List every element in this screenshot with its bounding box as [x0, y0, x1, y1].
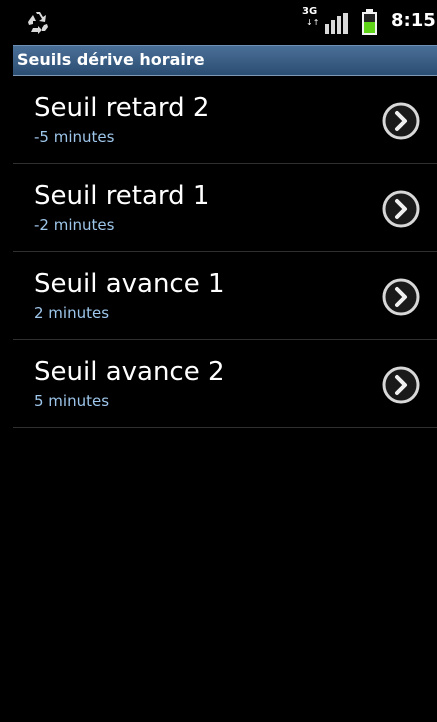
item-title: Seuil avance 2: [34, 357, 225, 387]
chevron-right-icon[interactable]: [382, 102, 420, 140]
recycle-icon: [28, 12, 48, 34]
item-summary: 2 minutes: [34, 304, 110, 322]
left-border: [0, 0, 13, 722]
list-item-seuil-retard-2[interactable]: Seuil retard 2 -5 minutes: [13, 76, 437, 164]
network-activity-icon: ↓↑: [306, 18, 320, 27]
battery-icon: [362, 9, 377, 35]
signal-strength-icon: [325, 13, 348, 34]
item-summary: -5 minutes: [34, 128, 115, 146]
screen: 3G ↓↑ 8:15 Seuils dérive horaire Seuil r…: [0, 0, 437, 722]
title-bar: Seuils dérive horaire: [13, 45, 437, 76]
item-summary: -2 minutes: [34, 216, 115, 234]
item-title: Seuil avance 1: [34, 269, 225, 299]
list-item-seuil-avance-2[interactable]: Seuil avance 2 5 minutes: [13, 340, 437, 428]
chevron-right-icon[interactable]: [382, 366, 420, 404]
item-summary: 5 minutes: [34, 392, 110, 410]
chevron-right-icon[interactable]: [382, 190, 420, 228]
settings-list: Seuil retard 2 -5 minutes Seuil retard 1…: [13, 76, 437, 428]
item-title: Seuil retard 2: [34, 93, 210, 123]
page-title: Seuils dérive horaire: [17, 50, 205, 69]
network-3g-icon: 3G ↓↑: [302, 7, 326, 35]
list-item-seuil-retard-1[interactable]: Seuil retard 1 -2 minutes: [13, 164, 437, 252]
status-time: 8:15: [391, 10, 436, 31]
status-bar: 3G ↓↑ 8:15: [0, 0, 437, 41]
chevron-right-icon[interactable]: [382, 278, 420, 316]
list-item-seuil-avance-1[interactable]: Seuil avance 1 2 minutes: [13, 252, 437, 340]
network-type: 3G: [302, 6, 318, 17]
item-title: Seuil retard 1: [34, 181, 210, 211]
